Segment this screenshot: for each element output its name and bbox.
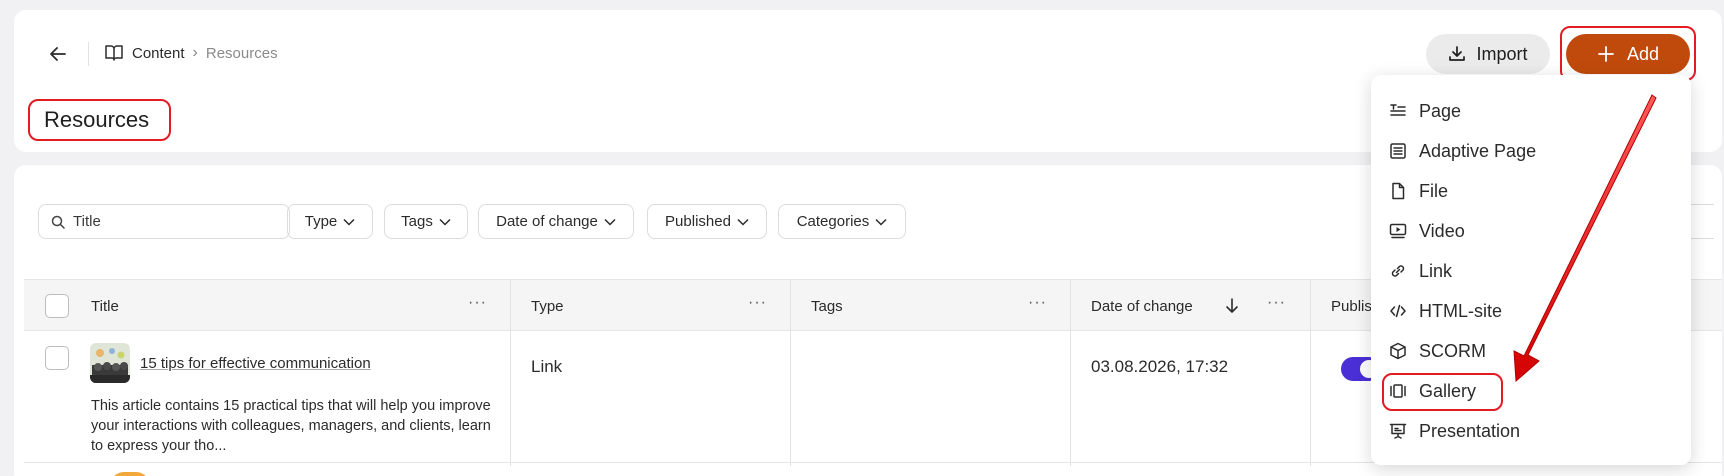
add-menu-item-label: Link (1419, 260, 1453, 281)
resource-date: 03.08.2026, 17:32 (1091, 357, 1229, 376)
filter-tags-label: Tags (401, 213, 433, 230)
book-icon (105, 45, 123, 61)
arrow-left-icon (50, 47, 66, 61)
filter-date-label: Date of change (496, 213, 598, 230)
chevron-down-icon (737, 218, 749, 226)
column-header-type[interactable]: Type (531, 280, 564, 332)
column-header-published[interactable]: Publis (1331, 280, 1372, 332)
back-button[interactable] (44, 40, 72, 68)
column-menu-date[interactable]: ··· (1267, 294, 1286, 312)
breadcrumb-current: Resources (205, 44, 278, 62)
header-divider (88, 42, 89, 66)
gallery-icon (1390, 384, 1406, 398)
chevron-down-icon (604, 218, 616, 226)
breadcrumb: Content › Resources (104, 44, 278, 62)
download-icon (1449, 46, 1466, 61)
add-menu-item-html-site[interactable]: HTML-site (1389, 295, 1502, 327)
link-icon (1391, 265, 1405, 277)
table-row-partial[interactable] (24, 464, 1722, 476)
resource-description: This article contains 15 practical tips … (91, 398, 491, 454)
filter-categories-label: Categories (796, 213, 870, 230)
search-placeholder: Title (73, 213, 101, 230)
video-icon (1389, 223, 1407, 239)
add-menu-item-label: Video (1419, 220, 1465, 241)
filter-date-of-change[interactable]: Date of change (478, 204, 634, 239)
column-header-date[interactable]: Date of change (1091, 280, 1193, 332)
resource-thumbnail-partial (110, 472, 150, 476)
import-button[interactable]: Import (1426, 34, 1550, 74)
add-menu-item-label: Presentation (1419, 420, 1521, 441)
row-checkbox[interactable] (45, 346, 69, 370)
filter-categories[interactable]: Categories (778, 204, 906, 239)
filter-type[interactable]: Type (287, 204, 373, 239)
add-menu-item-video[interactable]: Video (1389, 215, 1465, 247)
chevron-down-icon (439, 218, 451, 226)
file-icon (1392, 182, 1405, 200)
filter-published[interactable]: Published (647, 204, 767, 239)
select-all-checkbox[interactable] (45, 294, 69, 318)
search-input[interactable]: Title (38, 204, 290, 239)
filter-type-label: Type (304, 213, 338, 230)
resource-thumbnail (90, 343, 130, 383)
filter-published-label: Published (665, 213, 731, 230)
add-menu-item-label: Adaptive Page (1419, 140, 1537, 161)
column-header-title[interactable]: Title (91, 280, 119, 332)
column-menu-type[interactable]: ··· (748, 294, 767, 312)
add-menu-item-label: SCORM (1419, 340, 1486, 361)
filter-tags[interactable]: Tags (384, 204, 468, 239)
resource-type: Link (531, 357, 563, 376)
adaptive-page-icon (1390, 143, 1406, 159)
chevron-down-icon (875, 218, 887, 226)
code-icon (1390, 304, 1406, 318)
add-menu-item-page[interactable]: Page (1389, 95, 1461, 127)
add-button[interactable]: Add (1566, 34, 1690, 74)
plus-icon (1598, 46, 1614, 62)
add-menu-item-label: File (1419, 180, 1449, 201)
add-menu-item-gallery[interactable]: Gallery (1389, 375, 1476, 407)
add-menu-item-scorm[interactable]: SCORM (1389, 335, 1486, 367)
import-label: Import (1476, 43, 1528, 64)
sort-arrow-down-icon[interactable] (1225, 298, 1239, 314)
people-thumbnail-icon (90, 343, 130, 383)
page-title: Resources (28, 99, 171, 141)
search-icon (51, 215, 65, 229)
add-menu-item-label: Gallery (1419, 380, 1477, 401)
breadcrumb-separator: › (192, 44, 198, 61)
page-icon (1390, 104, 1406, 116)
add-menu-item-adaptive-page[interactable]: Adaptive Page (1389, 135, 1536, 167)
breadcrumb-content-link[interactable]: Content (132, 45, 185, 62)
resource-title-link[interactable]: 15 tips for effective communication (140, 355, 371, 372)
add-menu-item-presentation[interactable]: Presentation (1389, 415, 1520, 447)
add-menu-item-label: Page (1419, 100, 1462, 121)
column-menu-tags[interactable]: ··· (1028, 294, 1047, 312)
add-menu: Page Adaptive Page File Video Link HTML-… (1371, 75, 1691, 465)
chevron-down-icon (343, 218, 355, 226)
add-label: Add (1626, 43, 1660, 64)
add-menu-item-file[interactable]: File (1389, 175, 1448, 207)
presentation-icon (1389, 423, 1407, 439)
add-menu-item-label: HTML-site (1419, 300, 1503, 321)
cube-icon (1390, 342, 1406, 360)
column-menu-title[interactable]: ··· (468, 294, 487, 312)
column-header-tags[interactable]: Tags (811, 280, 843, 332)
add-menu-item-link[interactable]: Link (1389, 255, 1452, 287)
